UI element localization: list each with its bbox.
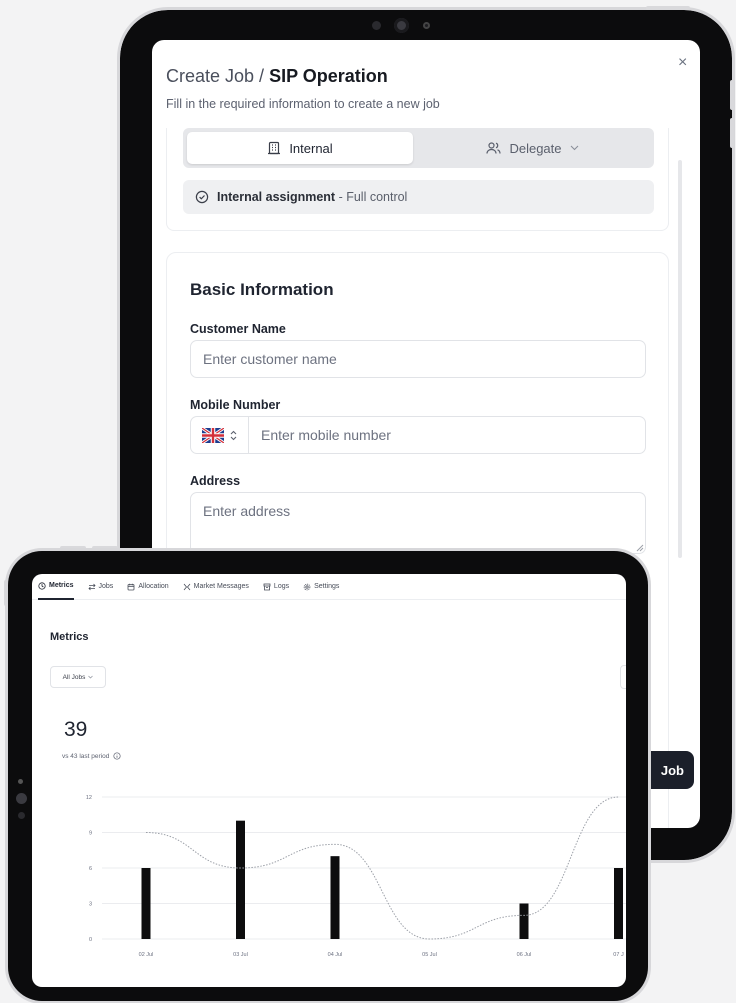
- arrows-icon: [87, 583, 96, 590]
- camera-icon: [394, 18, 409, 33]
- tab-label: Jobs: [98, 583, 114, 590]
- dialog-subtitle: Fill in the required information to crea…: [166, 97, 440, 111]
- bar: [519, 903, 529, 939]
- calendar-icon: [127, 583, 135, 590]
- internal-tab-label: Internal: [289, 140, 333, 156]
- tab-allocation[interactable]: Allocation: [127, 574, 169, 600]
- mobile-number-input[interactable]: Enter mobile number: [249, 427, 391, 443]
- jobs-chart: 0 3 6 9 12 02 Jul 03 Jul 04 Jul 05 Jul 06 Jul 07 J: [86, 795, 626, 958]
- resize-handle-icon[interactable]: [636, 544, 644, 552]
- chevron-down-icon: [570, 145, 578, 151]
- country-code-select[interactable]: [191, 417, 249, 453]
- tablet-top-button: [92, 546, 118, 550]
- chevron-updown-icon: [230, 430, 237, 440]
- assignment-title: Internal assignment: [217, 190, 336, 204]
- sensor-icon: [18, 779, 23, 784]
- box-icon: [263, 583, 271, 590]
- x-tick-label: 07 J: [613, 952, 624, 958]
- sensor-icon: [423, 22, 430, 29]
- close-icon[interactable]: ×: [678, 54, 687, 72]
- bar: [330, 856, 340, 939]
- y-tick-label: 9: [89, 831, 92, 837]
- info-icon[interactable]: [113, 752, 121, 760]
- nav-tabs: Metrics Jobs Allocation Market Messages …: [32, 574, 626, 600]
- mobile-number-field: Enter mobile number: [190, 416, 646, 454]
- tab-label: Settings: [314, 583, 340, 590]
- job-filter-select[interactable]: All Jobs: [50, 666, 106, 688]
- bar: [141, 868, 151, 939]
- comparison-text: vs 43 last period: [62, 752, 110, 760]
- x-tick-label: 05 Jul: [422, 952, 437, 958]
- delegate-tab-label: Delegate: [509, 140, 562, 156]
- tablet-side-button: [730, 118, 734, 148]
- tablet-top-button: [646, 6, 690, 10]
- chevron-down-icon: [88, 675, 94, 679]
- camera-icon: [16, 793, 27, 804]
- create-job-button[interactable]: Job: [642, 751, 694, 789]
- sensor-icon: [372, 21, 381, 30]
- bar: [236, 820, 245, 939]
- tab-settings[interactable]: Settings: [303, 574, 339, 600]
- users-icon: [486, 142, 502, 154]
- x-tick-label: 06 Jul: [517, 952, 532, 958]
- assignment-info: Internal assignment - Full control: [183, 180, 654, 214]
- mobile-number-label: Mobile Number: [190, 398, 281, 412]
- x-tick-label: 03 Jul: [233, 952, 248, 958]
- tab-jobs[interactable]: Jobs: [87, 574, 114, 600]
- tab-label: Allocation: [138, 583, 169, 590]
- date-range-select[interactable]: [620, 665, 626, 689]
- split-icon: [183, 583, 190, 590]
- building-icon: [268, 141, 281, 155]
- tab-label: Market Messages: [193, 583, 249, 590]
- tab-metrics[interactable]: Metrics: [38, 574, 74, 600]
- basic-information-heading: Basic Information: [190, 280, 334, 299]
- address-label: Address: [190, 474, 241, 488]
- uk-flag-icon: [202, 427, 224, 443]
- tab-logs[interactable]: Logs: [263, 574, 289, 600]
- metric-comparison: vs 43 last period: [62, 752, 121, 760]
- tab-label: Metrics: [49, 582, 74, 589]
- assignment-detail: - Full control: [335, 190, 408, 204]
- customer-name-label: Customer Name: [190, 322, 286, 336]
- bar: [614, 868, 623, 939]
- internal-tab[interactable]: Internal: [187, 132, 413, 164]
- delegate-tab[interactable]: Delegate: [415, 132, 650, 164]
- y-tick-label: 12: [86, 795, 92, 801]
- address-textarea[interactable]: Enter address: [190, 492, 646, 554]
- y-tick-label: 0: [89, 937, 92, 943]
- page-title: Metrics: [50, 631, 89, 643]
- tablet-top-button: [60, 546, 86, 550]
- tab-label: Logs: [273, 583, 290, 590]
- scrollbar[interactable]: [678, 160, 682, 558]
- customer-name-input[interactable]: Enter customer name: [190, 340, 646, 378]
- check-circle-icon: [195, 190, 209, 204]
- clock-icon: [38, 581, 46, 590]
- metrics-screen: Metrics Jobs Allocation Market Messages …: [32, 574, 626, 987]
- x-tick-label: 04 Jul: [328, 952, 343, 958]
- dialog-title: Create Job / SIP Operation: [166, 66, 388, 87]
- dialog-title-prefix: Create Job /: [166, 66, 265, 86]
- y-tick-label: 6: [89, 866, 92, 872]
- dialog-title-main: SIP Operation: [269, 66, 388, 86]
- sensor-icon: [18, 812, 25, 819]
- y-tick-label: 3: [89, 902, 92, 908]
- x-tick-label: 02 Jul: [139, 952, 154, 958]
- job-filter-label: All Jobs: [62, 673, 86, 681]
- gear-icon: [303, 583, 311, 590]
- tablet-side-button: [730, 80, 734, 110]
- metric-total: 39: [64, 718, 88, 741]
- tab-market-messages[interactable]: Market Messages: [183, 574, 249, 600]
